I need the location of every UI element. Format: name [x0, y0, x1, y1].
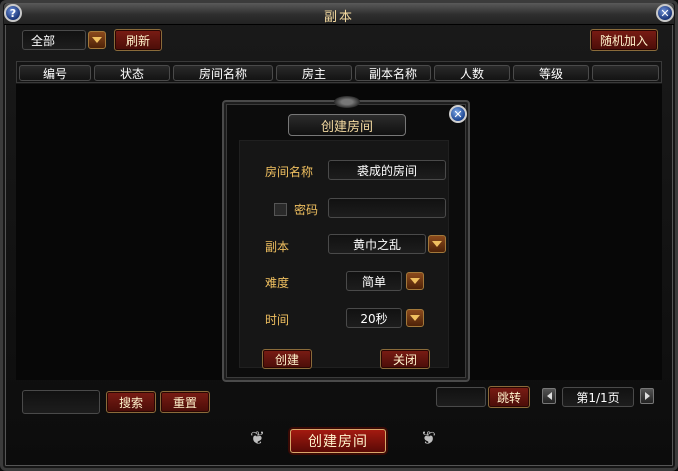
arrow-left-icon[interactable]	[542, 388, 556, 404]
column-header-players[interactable]: 人数	[434, 65, 510, 81]
room-name-label: 房间名称	[265, 165, 314, 179]
table-header: 编号 状态 房间名称 房主 副本名称 人数 等级	[16, 61, 662, 83]
column-header-room-name[interactable]: 房间名称	[173, 65, 273, 81]
search-input[interactable]	[22, 390, 100, 414]
room-name-input[interactable]: 裘成的房间	[328, 160, 446, 180]
column-header-status[interactable]: 状态	[94, 65, 170, 81]
column-header-level[interactable]: 等级	[513, 65, 589, 81]
random-join-button[interactable]: 随机加入	[590, 29, 658, 51]
password-label: 密码	[294, 203, 319, 217]
password-checkbox[interactable]	[274, 203, 287, 216]
refresh-button[interactable]: 刷新	[114, 29, 162, 51]
dungeon-chevron-down-icon[interactable]	[428, 235, 446, 253]
password-input[interactable]	[328, 198, 446, 218]
column-header-host[interactable]: 房主	[276, 65, 352, 81]
close-button[interactable]: 关闭	[380, 349, 430, 369]
reset-button[interactable]: 重置	[160, 391, 210, 413]
dialog-ornament-icon	[334, 96, 360, 108]
window-title: 副本	[323, 10, 354, 25]
create-room-button[interactable]: 创建房间	[290, 429, 386, 453]
close-icon[interactable]: ✕	[656, 4, 674, 22]
left-ornament-icon: ❦	[250, 428, 266, 449]
dialog-title: 创建房间	[288, 114, 406, 136]
dungeon-select[interactable]: 黄巾之乱	[328, 234, 426, 254]
time-select[interactable]: 20秒	[346, 308, 402, 328]
time-label: 时间	[265, 313, 290, 327]
right-ornament-icon: ❦	[420, 428, 436, 449]
arrow-right-icon[interactable]	[640, 388, 654, 404]
column-header-dungeon-name[interactable]: 副本名称	[355, 65, 431, 81]
time-chevron-down-icon[interactable]	[406, 309, 424, 327]
difficulty-select[interactable]: 简单	[346, 271, 402, 291]
dungeon-label: 副本	[265, 240, 290, 254]
chevron-down-icon[interactable]	[88, 31, 106, 49]
create-button[interactable]: 创建	[262, 349, 312, 369]
column-header-extra	[592, 65, 659, 81]
create-room-dialog: ✕ 创建房间 房间名称 裘成的房间 密码 副本 黄巾之乱 难度 简单 时间 20…	[222, 96, 470, 382]
page-indicator: 第1/1页	[562, 387, 634, 407]
jump-button[interactable]: 跳转	[488, 386, 530, 408]
difficulty-chevron-down-icon[interactable]	[406, 272, 424, 290]
search-button[interactable]: 搜索	[106, 391, 156, 413]
title-bar: 副本	[4, 3, 674, 25]
column-header-id[interactable]: 编号	[19, 65, 91, 81]
dialog-close-icon[interactable]: ✕	[449, 105, 467, 123]
filter-select[interactable]: 全部	[22, 30, 86, 50]
jump-page-input[interactable]	[436, 387, 486, 407]
help-icon[interactable]: ?	[4, 4, 22, 22]
difficulty-label: 难度	[265, 276, 290, 290]
